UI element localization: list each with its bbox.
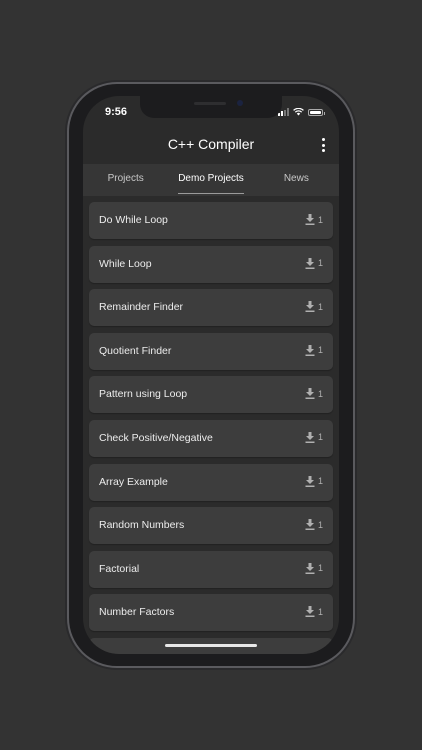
app-title: C++ Compiler bbox=[167, 136, 255, 152]
app-bar: C++ Compiler bbox=[83, 130, 339, 162]
download-icon bbox=[305, 388, 315, 400]
download-count[interactable]: 1 bbox=[305, 388, 323, 400]
front-camera bbox=[237, 100, 243, 106]
status-time: 9:56 bbox=[105, 106, 128, 118]
download-icon bbox=[305, 344, 315, 356]
download-count-value: 1 bbox=[317, 388, 323, 399]
download-count-value: 1 bbox=[317, 301, 323, 312]
download-count[interactable]: 1 bbox=[305, 257, 323, 269]
list-item[interactable]: Factorial 1 bbox=[89, 550, 333, 588]
download-icon bbox=[305, 519, 315, 531]
project-name: While Loop bbox=[99, 257, 152, 270]
download-count-value: 1 bbox=[317, 606, 323, 617]
power-button bbox=[353, 232, 356, 298]
download-count[interactable]: 1 bbox=[305, 431, 323, 443]
list-item[interactable]: Quotient Finder 1 bbox=[89, 332, 333, 370]
project-name: Factorial bbox=[99, 562, 140, 575]
download-count-value: 1 bbox=[317, 476, 323, 487]
project-name: Remainder Finder bbox=[99, 301, 184, 314]
download-count[interactable]: 1 bbox=[305, 606, 323, 618]
speaker-grille bbox=[194, 102, 226, 105]
home-indicator[interactable] bbox=[165, 644, 257, 647]
battery-icon bbox=[308, 108, 325, 116]
list-item[interactable]: Random Numbers 1 bbox=[89, 507, 333, 545]
tab-demo-projects[interactable]: Demo Projects bbox=[168, 164, 253, 196]
download-icon bbox=[305, 475, 315, 487]
project-name: Number Factors bbox=[99, 606, 175, 619]
status-icons bbox=[278, 108, 325, 116]
demo-project-list: Do While Loop 1 While Loop 1 Remainder F… bbox=[89, 202, 333, 654]
tab-projects[interactable]: Projects bbox=[83, 164, 168, 196]
download-count[interactable]: 1 bbox=[305, 344, 323, 356]
list-item[interactable]: Array Example 1 bbox=[89, 463, 333, 501]
project-name: Quotient Finder bbox=[99, 344, 172, 357]
download-count-value: 1 bbox=[317, 519, 323, 530]
download-count-value: 1 bbox=[317, 432, 323, 443]
wifi-icon bbox=[293, 108, 304, 116]
list-item[interactable]: Pattern using Loop 1 bbox=[89, 376, 333, 414]
list-item[interactable]: While Loop 1 bbox=[89, 245, 333, 283]
more-vert-icon[interactable] bbox=[319, 138, 327, 152]
download-count-value: 1 bbox=[317, 563, 323, 574]
notch bbox=[140, 96, 282, 118]
download-count-value: 1 bbox=[317, 345, 323, 356]
download-count[interactable]: 1 bbox=[305, 562, 323, 574]
project-name: Random Numbers bbox=[99, 519, 185, 532]
download-icon bbox=[305, 257, 315, 269]
download-count[interactable]: 1 bbox=[305, 475, 323, 487]
list-item[interactable]: Number Factors 1 bbox=[89, 594, 333, 632]
download-icon bbox=[305, 214, 315, 225]
download-icon bbox=[305, 606, 315, 618]
list-item[interactable]: Remainder Finder 1 bbox=[89, 289, 333, 327]
download-count-value: 1 bbox=[317, 214, 323, 225]
project-name: Do While Loop bbox=[99, 214, 168, 226]
tab-bar: Projects Demo Projects News bbox=[83, 164, 339, 196]
download-icon bbox=[305, 562, 315, 574]
project-name: Array Example bbox=[99, 475, 168, 488]
project-name: Pattern using Loop bbox=[99, 388, 188, 401]
download-count[interactable]: 1 bbox=[305, 214, 323, 225]
download-count[interactable]: 1 bbox=[305, 301, 323, 313]
phone-screen: 9:56 C++ Compiler Projects Demo Projects… bbox=[83, 96, 339, 654]
download-count[interactable]: 1 bbox=[305, 519, 323, 531]
list-item[interactable]: Do While Loop 1 bbox=[89, 202, 333, 239]
download-icon bbox=[305, 431, 315, 443]
project-name: Check Positive/Negative bbox=[99, 431, 213, 444]
tab-news[interactable]: News bbox=[254, 164, 339, 196]
list-item[interactable]: Check Positive/Negative 1 bbox=[89, 419, 333, 457]
download-icon bbox=[305, 301, 315, 313]
download-count-value: 1 bbox=[317, 258, 323, 269]
